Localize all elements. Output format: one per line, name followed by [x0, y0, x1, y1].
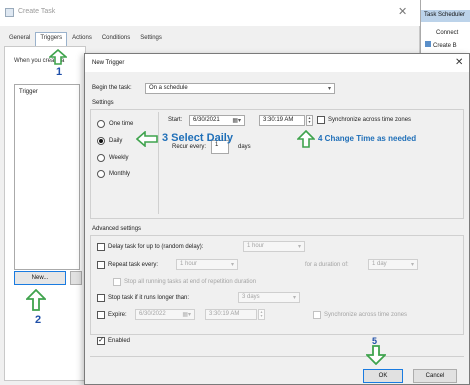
expire-time-field[interactable]: 3:30:19 AM — [205, 309, 257, 320]
arrow-up-icon — [49, 49, 67, 65]
create-task-titlebar — [0, 0, 420, 26]
chevron-down-icon: ▾ — [297, 244, 301, 250]
cancel-button[interactable]: Cancel — [413, 369, 457, 383]
start-time-value: 3:30:19 AM — [263, 117, 294, 123]
create-task-tabs: General Triggers Actions Conditions Sett… — [4, 32, 167, 46]
start-time-spinner[interactable]: ▴ ▾ — [306, 115, 313, 126]
step-1-label: 1 — [56, 66, 63, 78]
dialog-title: New Trigger — [92, 60, 125, 66]
app-icon — [5, 8, 14, 17]
arrow-down-icon — [366, 345, 386, 365]
step-2-label: 2 — [35, 314, 42, 326]
repeat-task-value: 1 hour — [180, 261, 198, 267]
chevron-down-icon: ▾ — [410, 262, 414, 268]
dialog-titlebar — [85, 54, 469, 72]
radio-monthly[interactable] — [97, 170, 105, 178]
stop-longer-value: 3 days — [242, 294, 260, 300]
expire-time-value: 3:30:19 AM — [209, 311, 240, 317]
calendar-icon: ▦▾ — [182, 312, 191, 318]
start-label: Start: — [168, 117, 183, 123]
radio-daily-label: Daily — [109, 138, 123, 144]
tab-actions[interactable]: Actions — [67, 32, 97, 46]
repeat-task-label: Repeat task every: — [108, 262, 159, 268]
radio-weekly-label: Weekly — [109, 155, 129, 161]
recur-unit-label: days — [238, 144, 251, 150]
delay-task-label: Delay task for up to (random delay): — [108, 244, 204, 250]
delay-task-select[interactable]: 1 hour ▾ — [243, 241, 305, 252]
ok-button[interactable]: OK — [363, 369, 403, 383]
expire-sync-checkbox[interactable] — [313, 311, 321, 319]
stop-running-label: Stop all running tasks at end of repetit… — [124, 279, 257, 285]
task-icon — [425, 41, 431, 47]
stop-longer-select[interactable]: 3 days ▾ — [238, 292, 300, 303]
recur-label: Recur every: — [172, 144, 207, 150]
settings-label: Settings — [92, 100, 114, 106]
footer-separator — [90, 356, 464, 357]
start-date-picker[interactable]: 6/30/2021 ▦▾ — [189, 115, 245, 126]
expire-sync-label: Synchronize across time zones — [324, 312, 408, 318]
edit-trigger-button[interactable] — [70, 271, 82, 285]
duration-value: 1 day — [372, 261, 387, 267]
delay-task-value: 1 hour — [247, 243, 265, 249]
begin-task-label: Begin the task: — [92, 85, 132, 91]
expire-date-value: 6/30/2022 — [139, 311, 166, 317]
sync-timezones-label: Synchronize across time zones — [328, 117, 412, 123]
enabled-checkbox[interactable]: ✓ — [97, 337, 105, 345]
new-trigger-dialog: New Trigger ✕ Begin the task: On a sched… — [84, 53, 470, 385]
chevron-down-icon: ▾ — [327, 86, 331, 92]
expire-label: Expire: — [108, 312, 127, 318]
chevron-down-icon: ▾ — [230, 262, 234, 268]
radio-one-time[interactable] — [97, 120, 105, 128]
repeat-task-checkbox[interactable] — [97, 261, 105, 269]
begin-task-value: On a schedule — [149, 85, 188, 91]
settings-divider — [158, 112, 159, 214]
tab-conditions[interactable]: Conditions — [97, 32, 135, 46]
tab-settings[interactable]: Settings — [135, 32, 167, 46]
trigger-list[interactable]: Trigger — [14, 84, 80, 270]
sync-timezones-checkbox[interactable] — [317, 116, 325, 124]
duration-label: for a duration of: — [305, 262, 349, 268]
repeat-task-select[interactable]: 1 hour ▾ — [176, 259, 238, 270]
arrow-up-icon — [297, 130, 315, 148]
stop-running-checkbox[interactable] — [113, 278, 121, 286]
enabled-label: Enabled — [108, 338, 131, 344]
tab-triggers[interactable]: Triggers — [35, 32, 68, 46]
advanced-settings-label: Advanced settings — [92, 226, 142, 232]
step-3-label: 3 Select Daily — [162, 132, 233, 144]
new-trigger-button[interactable]: New... — [14, 271, 66, 285]
stop-longer-checkbox[interactable] — [97, 294, 105, 302]
action-connect[interactable]: Connect — [436, 30, 458, 36]
action-create-basic-label: Create B — [433, 43, 457, 49]
radio-one-time-label: One time — [109, 121, 134, 127]
dialog-close-icon[interactable]: ✕ — [455, 57, 463, 68]
duration-select[interactable]: 1 day ▾ — [368, 259, 418, 270]
chevron-down-icon: ▾ — [292, 295, 296, 301]
step-4-label: 4 Change Time as needed — [318, 134, 417, 143]
expire-checkbox[interactable] — [97, 311, 105, 319]
action-create-basic[interactable]: Create B — [425, 41, 457, 49]
calendar-icon: ▦▾ — [232, 118, 241, 124]
arrow-up-icon — [26, 289, 46, 311]
create-task-title: Create Task — [18, 8, 56, 15]
arrow-left-icon — [136, 131, 158, 147]
expire-date-picker[interactable]: 6/30/2022 ▦▾ — [135, 309, 195, 320]
expire-time-spinner[interactable]: ▴ ▾ — [258, 309, 265, 320]
radio-weekly[interactable] — [97, 154, 105, 162]
radio-monthly-label: Monthly — [109, 171, 131, 177]
radio-daily[interactable] — [97, 137, 105, 145]
start-time-field[interactable]: 3:30:19 AM — [259, 115, 305, 126]
close-icon[interactable]: ✕ — [398, 5, 407, 18]
stop-longer-label: Stop task if it runs longer than: — [108, 295, 190, 301]
delay-task-checkbox[interactable] — [97, 243, 105, 251]
tab-general[interactable]: General — [4, 32, 35, 46]
start-date-value: 6/30/2021 — [193, 117, 220, 123]
trigger-list-header: Trigger — [19, 89, 38, 95]
actions-panel-header: Task Scheduler — [421, 10, 470, 22]
begin-task-select[interactable]: On a schedule ▾ — [145, 83, 335, 94]
